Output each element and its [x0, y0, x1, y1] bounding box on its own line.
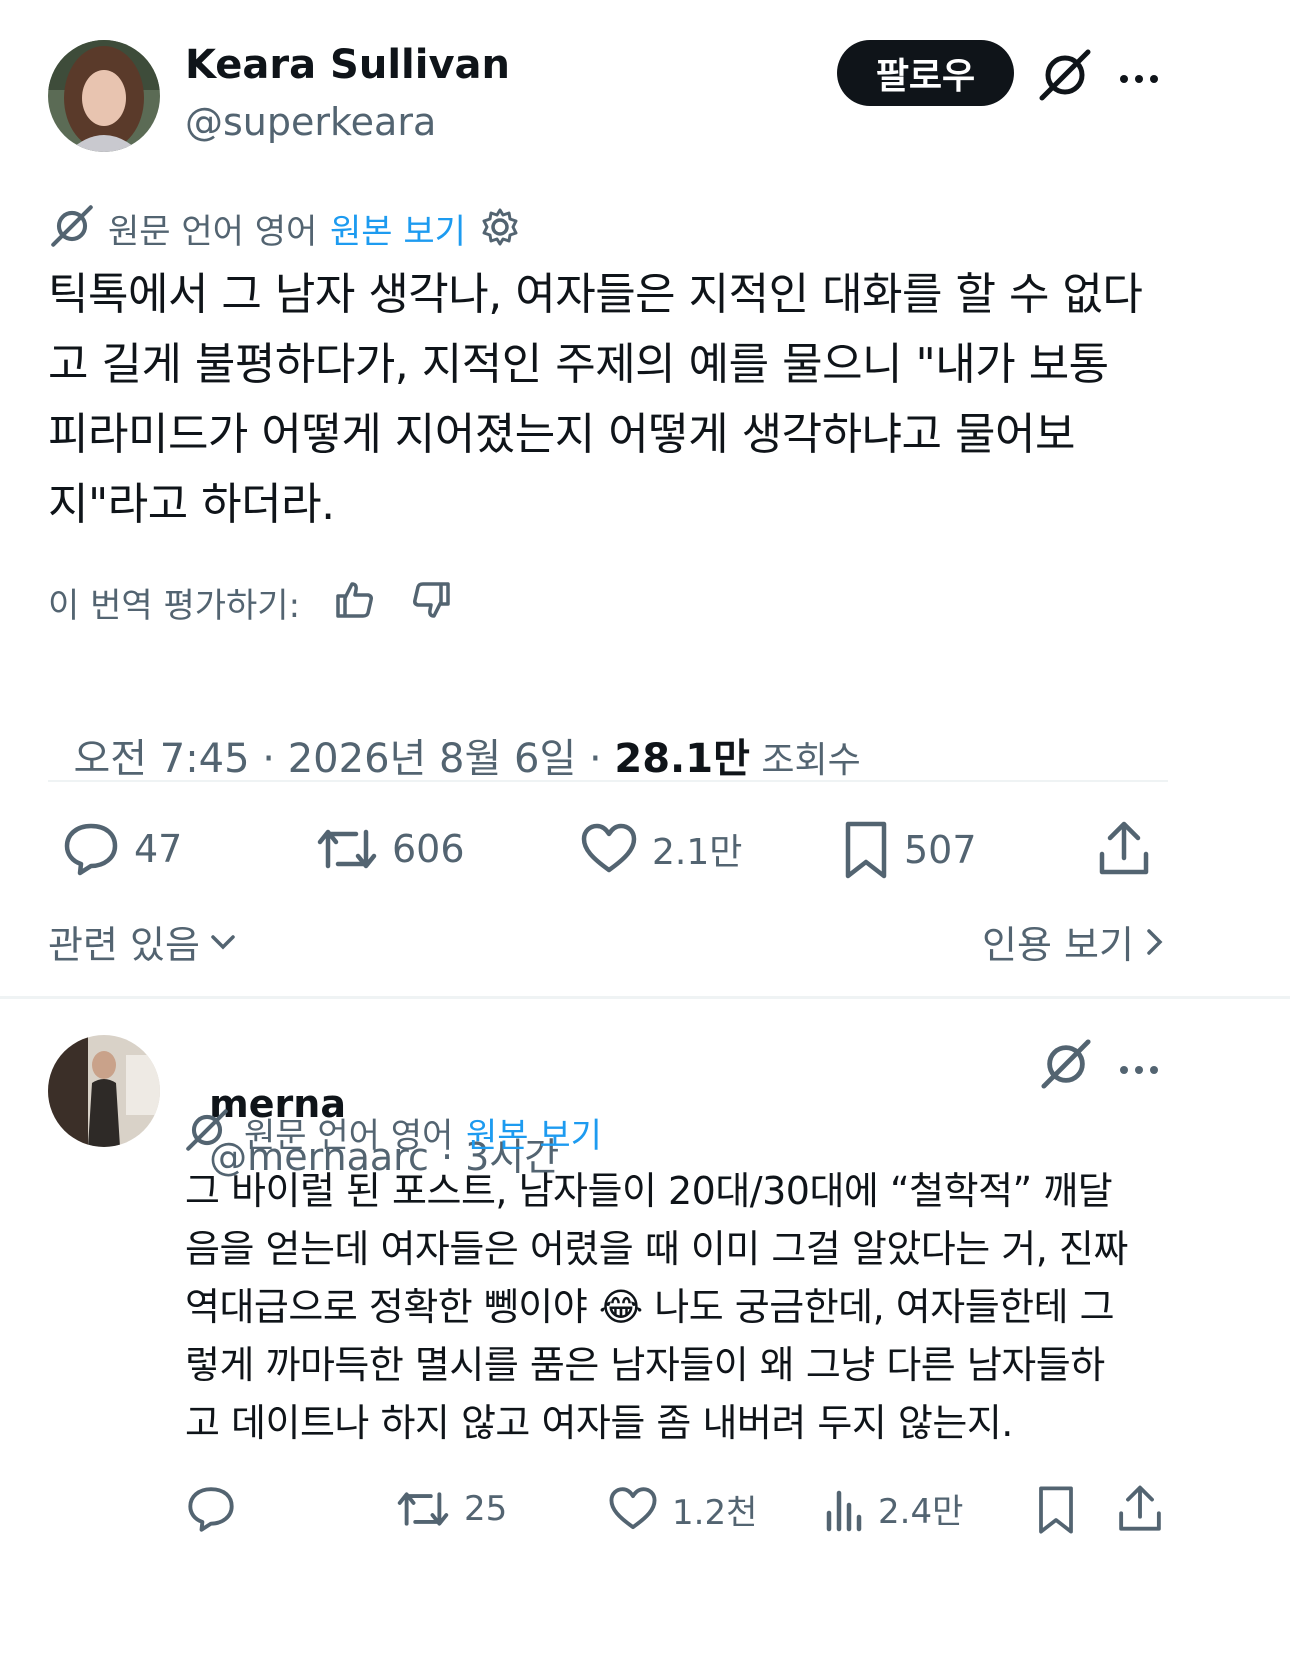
view-quotes-link[interactable]: 인용 보기	[982, 914, 1166, 969]
divider	[0, 996, 1290, 999]
view-quotes-label: 인용 보기	[982, 923, 1134, 967]
related-dropdown[interactable]: 관련 있음	[48, 914, 238, 969]
repost-button[interactable]: 606	[316, 820, 465, 878]
chevron-right-icon	[1144, 925, 1166, 959]
grok-icon	[185, 1108, 229, 1152]
reply-like-count: 1.2천	[672, 1492, 758, 1533]
more-options-icon[interactable]	[1120, 68, 1165, 87]
timestamp[interactable]: 오전 7:45 · 2026년 8월 6일 ·	[73, 736, 614, 782]
reply-text-line: 그 바이럴 된 포스트, 남자들이 20대/30대에 “철학적” 깨달	[185, 1169, 1113, 1213]
bookmark-button[interactable]: 507	[842, 820, 977, 880]
tweet-text-line: 지"라고 하더라.	[48, 479, 335, 530]
grok-icon[interactable]	[1040, 1038, 1092, 1090]
more-options-icon[interactable]	[1120, 1059, 1165, 1078]
reply-text-line: 음을 얻는데 여자들은 어렸을 때 이미 그걸 알았다는 거, 진짜	[185, 1227, 1128, 1271]
reply-text-line: 고 데이트나 하지 않고 여자들 좀 내버려 두지 않는지.	[185, 1401, 1013, 1445]
translation-note: 원문 언어 영어	[108, 212, 318, 252]
thumbs-down-icon[interactable]	[410, 580, 452, 622]
rate-translation-label: 이 번역 평가하기:	[48, 586, 301, 626]
repost-count: 606	[392, 827, 465, 871]
reply-repost-count: 25	[464, 1489, 508, 1529]
tweet-text-line: 고 길게 불평하다가, 지적인 주제의 예를 물으니 "내가 보통	[48, 339, 1109, 390]
author-name[interactable]: Keara Sullivan	[185, 42, 510, 88]
views-label: 조회수	[749, 740, 861, 781]
reply-text: 그 바이럴 된 포스트, 남자들이 20대/30대에 “철학적” 깨달 음을 얻…	[185, 1162, 1265, 1452]
tweet-text-line: 틱톡에서 그 남자 생각나, 여자들은 지적인 대화를 할 수 없다	[48, 269, 1143, 320]
author-handle[interactable]: @superkeara	[185, 100, 436, 144]
reply-icon[interactable]	[186, 1484, 236, 1534]
reply-count: 47	[134, 827, 183, 871]
heart-icon	[608, 1484, 658, 1534]
like-button[interactable]: 2.1만	[580, 820, 742, 878]
follow-button[interactable]: 팔로우	[837, 40, 1014, 106]
reply-button[interactable]: 47	[62, 820, 182, 878]
related-label: 관련 있음	[48, 923, 200, 967]
view-original-link[interactable]: 원본 보기	[330, 204, 466, 253]
tweet-text-line: 피라미드가 어떻게 지어졌는지 어떻게 생각하냐고 물어보	[48, 409, 1075, 460]
heart-icon	[580, 820, 638, 878]
chevron-down-icon	[208, 927, 238, 957]
bookmark-icon[interactable]	[1036, 1484, 1076, 1536]
reply-views[interactable]: 2.4만	[824, 1484, 963, 1533]
views-count: 28.1만	[614, 736, 750, 782]
gear-icon[interactable]	[480, 207, 520, 247]
reply-text-line: 렇게 까마득한 멸시를 품은 남자들이 왜 그냥 다른 남자들하	[185, 1343, 1105, 1387]
reply-text-line: 역대급으로 정확한 뼁이야 😂 나도 궁금한데, 여자들한테 그	[185, 1285, 1115, 1329]
share-icon[interactable]	[1116, 1484, 1164, 1534]
repost-icon	[316, 820, 378, 878]
author-avatar[interactable]	[48, 40, 160, 152]
share-icon[interactable]	[1096, 820, 1152, 878]
reply-view-original-link[interactable]: 원본 보기	[466, 1108, 602, 1157]
reply-translation-note: 원문 언어 영어	[244, 1116, 454, 1156]
repost-icon	[396, 1484, 450, 1534]
reply-author-avatar[interactable]	[48, 1035, 160, 1147]
grok-icon[interactable]	[1038, 48, 1092, 102]
bookmark-icon	[842, 820, 890, 880]
reply-views-count: 2.4만	[878, 1492, 964, 1532]
like-count: 2.1만	[652, 832, 743, 873]
thumbs-up-icon[interactable]	[334, 578, 376, 620]
reply-icon	[62, 820, 120, 878]
tweet-meta: 오전 7:45 · 2026년 8월 6일 · 28.1만 조회수	[48, 680, 861, 784]
divider	[48, 780, 1168, 782]
bookmark-count: 507	[904, 828, 977, 872]
analytics-icon	[824, 1485, 864, 1533]
reply-like-button[interactable]: 1.2천	[608, 1484, 757, 1534]
reply-repost-button[interactable]: 25	[396, 1484, 507, 1534]
tweet-text: 틱톡에서 그 남자 생각나, 여자들은 지적인 대화를 할 수 없다 고 길게 …	[48, 260, 1248, 540]
grok-icon	[50, 204, 94, 248]
